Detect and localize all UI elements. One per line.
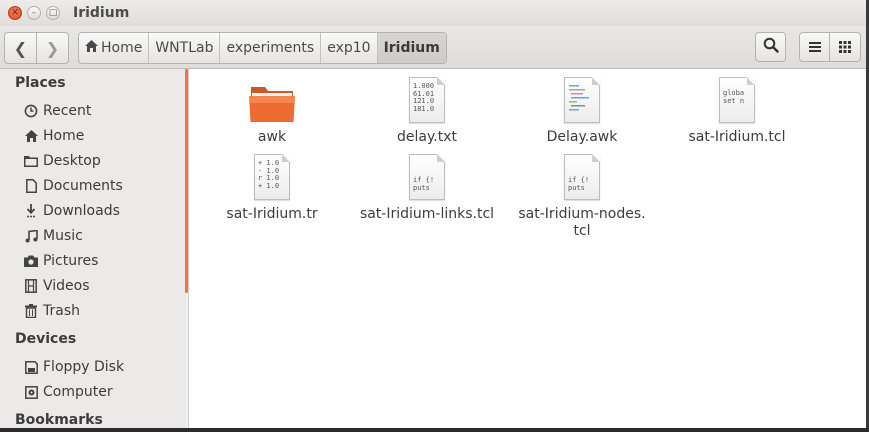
- file-name: delay.txt: [397, 129, 457, 145]
- breadcrumb-label: Home: [101, 40, 143, 56]
- file-name: sat-Iridium.tr: [226, 206, 318, 222]
- text-file-icon: if {! puts: [409, 154, 445, 200]
- maximize-window-button[interactable]: □: [46, 6, 60, 20]
- breadcrumb: Home WNTLab experiments exp10 Iridium: [78, 32, 447, 64]
- folder-icon: [24, 154, 38, 168]
- grid-icon: [839, 38, 851, 57]
- title-bar: ✕ – □ Iridium: [0, 0, 866, 27]
- sidebar-item-recent[interactable]: Recent: [24, 100, 91, 122]
- sidebar-item-music[interactable]: Music: [24, 225, 83, 247]
- home-icon: [24, 129, 38, 143]
- sidebar-item-label: Videos: [43, 278, 90, 294]
- bookmarks-header: Bookmarks: [15, 412, 103, 428]
- file-item-sat-iridium-tr[interactable]: + 1.0 - 1.0 r 1.0 + 1.0 sat-Iridium.tr: [202, 154, 342, 223]
- text-file-icon: globa set n: [719, 77, 755, 123]
- file-name: awk: [257, 129, 287, 145]
- file-name: sat-Iridium-links.tcl: [359, 206, 495, 222]
- close-window-button[interactable]: ✕: [8, 6, 22, 20]
- text-file-icon: + 1.0 - 1.0 r 1.0 + 1.0: [254, 154, 290, 200]
- sidebar-item-label: Home: [43, 128, 85, 144]
- breadcrumb-wntlab[interactable]: WNTLab: [149, 33, 221, 63]
- script-file-icon: [564, 77, 600, 123]
- forward-button[interactable]: ❯: [36, 33, 68, 63]
- navigation-buttons: ❮ ❯: [4, 32, 69, 64]
- sidebar-item-downloads[interactable]: Downloads: [24, 200, 120, 222]
- minimize-window-button[interactable]: –: [27, 6, 41, 20]
- file-preview: if {! puts: [413, 176, 435, 192]
- file-item-delay-awk[interactable]: Delay.awk: [512, 77, 652, 146]
- sidebar-item-videos[interactable]: Videos: [24, 275, 90, 297]
- sidebar-item-label: Computer: [43, 384, 113, 400]
- music-icon: [24, 229, 38, 243]
- devices-header: Devices: [15, 331, 77, 347]
- toolbar: ❮ ❯ Home WNTLab experiments exp10 Iridiu…: [0, 26, 866, 69]
- file-preview: + 1.0 - 1.0 r 1.0 + 1.0: [258, 159, 280, 190]
- file-item-awk[interactable]: awk: [202, 77, 342, 146]
- search-button[interactable]: [755, 32, 786, 62]
- file-name: Delay.awk: [546, 129, 618, 145]
- sidebar-item-label: Music: [43, 228, 83, 244]
- sidebar-item-label: Pictures: [43, 253, 99, 269]
- sidebar-item-home[interactable]: Home: [24, 125, 84, 147]
- search-icon: [763, 37, 779, 57]
- sidebar-item-label: Downloads: [43, 203, 120, 219]
- sidebar-item-label: Desktop: [43, 153, 101, 169]
- file-item-sat-iridium-tcl[interactable]: globa set n sat-Iridium.tcl: [667, 77, 807, 146]
- file-item-delay-txt[interactable]: 1.000 61.01 121.0 181.0 delay.txt: [357, 77, 497, 146]
- breadcrumb-experiments[interactable]: experiments: [220, 33, 322, 63]
- sidebar-item-pictures[interactable]: Pictures: [24, 250, 98, 272]
- chevron-left-icon: ❮: [13, 38, 28, 58]
- text-file-icon: if {! puts: [564, 154, 600, 200]
- sidebar-item-label: Recent: [43, 103, 92, 119]
- file-manager-window: ✕ – □ Iridium ❮ ❯ Home WNTLab experiment…: [0, 0, 866, 428]
- sidebar-item-computer[interactable]: Computer: [24, 381, 113, 403]
- maximize-icon: □: [48, 7, 58, 18]
- sidebar-item-documents[interactable]: Documents: [24, 175, 123, 197]
- file-preview: if {! puts: [568, 176, 590, 192]
- clock-icon: [24, 104, 38, 118]
- grid-view-button[interactable]: [830, 32, 861, 62]
- sidebar-item-desktop[interactable]: Desktop: [24, 150, 101, 172]
- trash-icon: [24, 304, 38, 318]
- breadcrumb-iridium[interactable]: Iridium: [377, 33, 446, 63]
- sidebar-item-trash[interactable]: Trash: [24, 300, 80, 322]
- desktop-background-strip: [0, 428, 869, 432]
- list-icon: [808, 38, 822, 57]
- sidebar-item-label: Floppy Disk: [43, 359, 125, 375]
- folder-icon: [249, 83, 295, 123]
- sidebar: Places Recent Home Desktop Documents Dow…: [0, 69, 186, 428]
- file-item-sat-iridium-nodes-tcl[interactable]: if {! puts sat-Iridium-nodes. tcl: [512, 154, 652, 240]
- file-name: sat-Iridium.tcl: [688, 129, 786, 145]
- sidebar-item-label: Documents: [43, 178, 123, 194]
- breadcrumb-exp10[interactable]: exp10: [321, 33, 378, 63]
- computer-icon: [24, 385, 38, 399]
- download-icon: [24, 204, 38, 218]
- floppy-icon: [24, 360, 38, 374]
- back-button[interactable]: ❮: [5, 33, 36, 63]
- places-header: Places: [15, 75, 66, 91]
- home-icon: [85, 40, 98, 56]
- sidebar-item-floppy-disk[interactable]: Floppy Disk: [24, 356, 124, 378]
- document-icon: [24, 179, 38, 193]
- text-file-icon: 1.000 61.01 121.0 181.0: [409, 77, 445, 123]
- chevron-right-icon: ❯: [45, 38, 60, 58]
- camera-icon: [24, 254, 38, 268]
- minimize-icon: –: [31, 7, 37, 18]
- list-view-button[interactable]: [799, 32, 830, 62]
- breadcrumb-home[interactable]: Home: [79, 33, 150, 63]
- window-title: Iridium: [73, 5, 130, 21]
- file-preview: globa set n: [723, 89, 745, 105]
- film-icon: [24, 279, 38, 293]
- close-icon: ✕: [11, 7, 19, 18]
- file-view: awk 1.000 61.01 121.0 181.0 delay.txt De…: [189, 69, 866, 428]
- file-name: sat-Iridium-nodes. tcl: [518, 206, 646, 239]
- sidebar-item-label: Trash: [43, 303, 80, 319]
- file-item-sat-iridium-links-tcl[interactable]: if {! puts sat-Iridium-links.tcl: [357, 154, 497, 223]
- file-preview: 1.000 61.01 121.0 181.0: [413, 82, 435, 113]
